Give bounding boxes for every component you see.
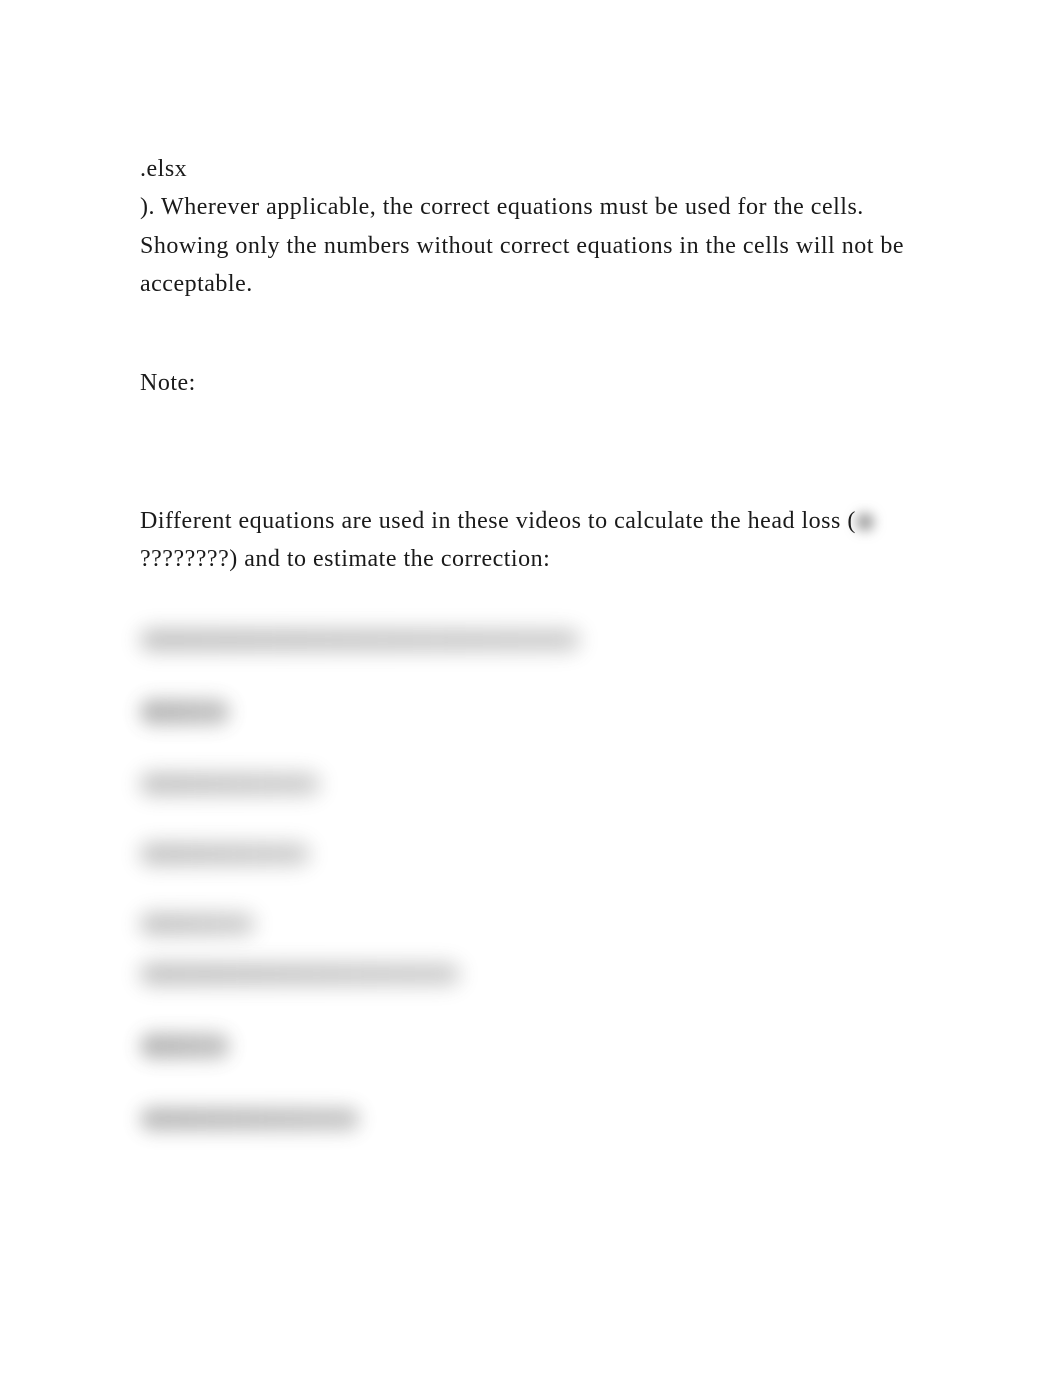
blurred-line [140, 1033, 230, 1059]
text-line-instruction-2: Showing only the numbers without correct… [140, 227, 922, 304]
text-part-2: ) and to estimate the correction: [229, 546, 550, 572]
blurred-line [140, 913, 255, 935]
blurred-symbol-icon [856, 513, 874, 531]
blurred-line [140, 843, 310, 865]
blurred-line [140, 1107, 360, 1131]
blurred-line [140, 963, 460, 985]
blurred-line [140, 629, 580, 651]
text-masked-placeholder: ???????? [140, 546, 229, 572]
text-line-elsx: .elsx [140, 150, 922, 188]
spacer [140, 304, 922, 364]
text-line-instruction-1: ). Wherever applicable, the correct equa… [140, 188, 922, 226]
text-paragraph-equations: Different equations are used in these vi… [140, 502, 922, 579]
blurred-line [140, 699, 230, 725]
blurred-line [140, 773, 320, 795]
spacer [140, 402, 922, 502]
text-part-1: Different equations are used in these vi… [140, 508, 856, 534]
document-body: .elsx ). Wherever applicable, the correc… [140, 150, 922, 579]
note-label: Note: [140, 364, 922, 402]
blurred-content-region [140, 629, 922, 1131]
document-page: .elsx ). Wherever applicable, the correc… [0, 0, 1062, 1376]
